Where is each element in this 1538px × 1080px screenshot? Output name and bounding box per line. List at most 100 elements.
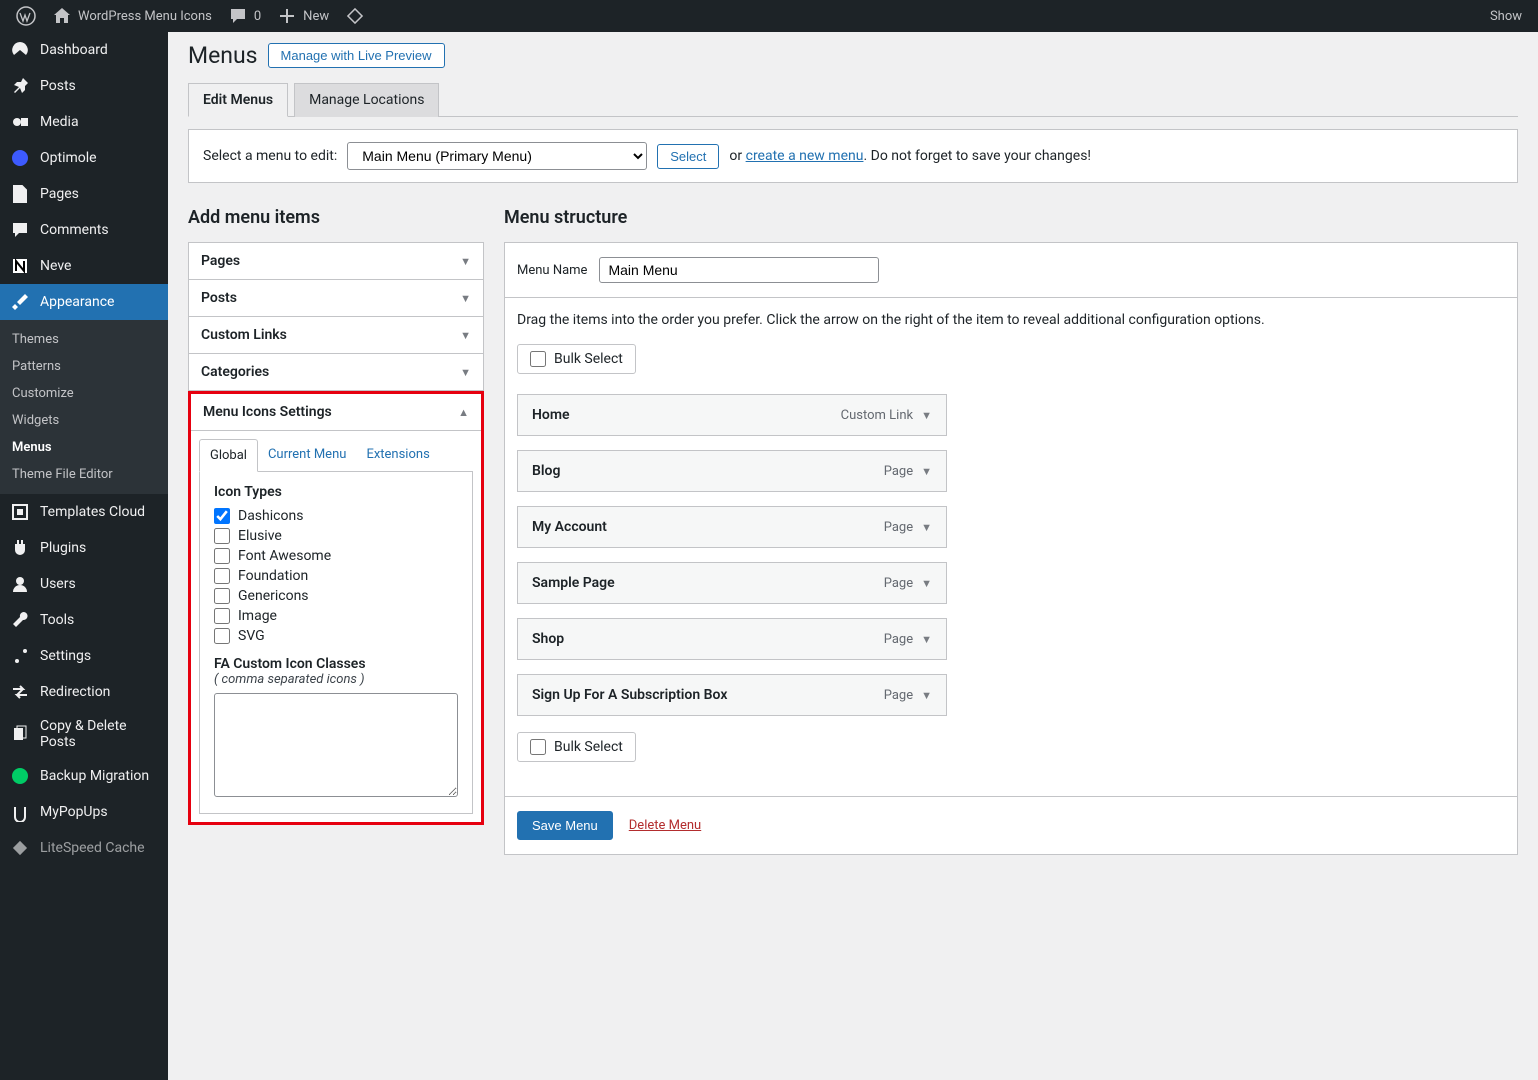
inner-tab-current-menu[interactable]: Current Menu xyxy=(258,439,356,471)
sidebar-label: Copy & Delete Posts xyxy=(40,718,158,750)
bulk-select-bottom[interactable]: Bulk Select xyxy=(517,732,636,762)
comments-link[interactable]: 0 xyxy=(220,0,269,32)
main-content: Menus Manage with Live Preview Edit Menu… xyxy=(168,32,1538,1080)
icon-type-image[interactable]: Image xyxy=(214,608,458,624)
new-link[interactable]: New xyxy=(269,0,337,32)
postbox-posts[interactable]: Posts▼ xyxy=(188,280,484,317)
optimole-icon xyxy=(10,148,30,168)
checkbox-elusive[interactable] xyxy=(214,528,230,544)
postbox-categories[interactable]: Categories▼ xyxy=(188,354,484,391)
manage-live-preview-button[interactable]: Manage with Live Preview xyxy=(268,43,445,68)
icon-type-genericons[interactable]: Genericons xyxy=(214,588,458,604)
tab-manage-locations[interactable]: Manage Locations xyxy=(294,83,439,117)
sidebar-item-copy-delete-posts[interactable]: Copy & Delete Posts xyxy=(0,710,168,758)
menu-name-label: Menu Name xyxy=(517,263,587,278)
menu-item[interactable]: BlogPage▼ xyxy=(517,450,947,492)
submenu-theme-file-editor[interactable]: Theme File Editor xyxy=(0,461,168,488)
bulk-select-checkbox[interactable] xyxy=(530,739,546,755)
media-icon xyxy=(10,112,30,132)
diamond-icon xyxy=(345,6,365,26)
save-menu-button[interactable]: Save Menu xyxy=(517,811,613,840)
menu-item[interactable]: Sign Up For A Subscription BoxPage▼ xyxy=(517,674,947,716)
comments-count: 0 xyxy=(254,9,261,24)
menu-item-type: Custom Link xyxy=(841,408,913,423)
menu-item-type: Page xyxy=(884,520,913,535)
submenu-customize[interactable]: Customize xyxy=(0,380,168,407)
checkbox-image[interactable] xyxy=(214,608,230,624)
diamond-icon-link[interactable] xyxy=(337,0,373,32)
menu-item[interactable]: Sample PagePage▼ xyxy=(517,562,947,604)
inner-tab-extensions[interactable]: Extensions xyxy=(356,439,439,471)
sidebar-item-redirection[interactable]: Redirection xyxy=(0,674,168,710)
sidebar-item-tools[interactable]: Tools xyxy=(0,602,168,638)
sidebar-item-litespeed[interactable]: LiteSpeed Cache xyxy=(0,830,168,866)
sidebar-label: Neve xyxy=(40,258,71,274)
sidebar-item-mypopups[interactable]: MyPopUps xyxy=(0,794,168,830)
checkbox-foundation[interactable] xyxy=(214,568,230,584)
redirect-icon xyxy=(10,682,30,702)
checkbox-font-awesome[interactable] xyxy=(214,548,230,564)
select-tail: or create a new menu. Do not forget to s… xyxy=(729,148,1091,164)
menu-name-input[interactable] xyxy=(599,257,879,283)
submenu-widgets[interactable]: Widgets xyxy=(0,407,168,434)
sidebar-item-appearance[interactable]: Appearance xyxy=(0,284,168,320)
menu-item-type: Page xyxy=(884,576,913,591)
show-link[interactable]: Show xyxy=(1482,0,1530,32)
menu-select[interactable]: Main Menu (Primary Menu) xyxy=(347,142,647,170)
menu-item[interactable]: HomeCustom Link▼ xyxy=(517,394,947,436)
menu-item[interactable]: ShopPage▼ xyxy=(517,618,947,660)
create-new-menu-link[interactable]: create a new menu xyxy=(746,148,864,164)
sidebar-item-posts[interactable]: Posts xyxy=(0,68,168,104)
icon-type-elusive[interactable]: Elusive xyxy=(214,528,458,544)
sidebar-item-optimole[interactable]: Optimole xyxy=(0,140,168,176)
icon-type-svg[interactable]: SVG xyxy=(214,628,458,644)
checkbox-svg[interactable] xyxy=(214,628,230,644)
sidebar-item-settings[interactable]: Settings xyxy=(0,638,168,674)
cloud-icon xyxy=(10,502,30,522)
icon-type-foundation[interactable]: Foundation xyxy=(214,568,458,584)
bulk-select-checkbox[interactable] xyxy=(530,351,546,367)
bulk-select-top[interactable]: Bulk Select xyxy=(517,344,636,374)
submenu-menus[interactable]: Menus xyxy=(0,434,168,461)
settings-icon xyxy=(10,646,30,666)
sidebar-item-comments[interactable]: Comments xyxy=(0,212,168,248)
menu-icons-settings-header[interactable]: Menu Icons Settings▲ xyxy=(191,394,481,431)
submenu-patterns[interactable]: Patterns xyxy=(0,353,168,380)
postbox-custom-links[interactable]: Custom Links▼ xyxy=(188,317,484,354)
tab-edit-menus[interactable]: Edit Menus xyxy=(188,83,288,117)
icon-types-label: Icon Types xyxy=(214,484,458,500)
checkbox-dashicons[interactable] xyxy=(214,508,230,524)
menu-item-title: My Account xyxy=(532,519,607,535)
sidebar-item-backup-migration[interactable]: Backup Migration xyxy=(0,758,168,794)
appearance-submenu: Themes Patterns Customize Widgets Menus … xyxy=(0,320,168,494)
postbox-menu-icons-settings: Menu Icons Settings▲ Global Current Menu… xyxy=(188,391,484,825)
wrench-icon xyxy=(10,610,30,630)
postbox-title: Categories xyxy=(201,364,269,380)
sidebar-label: MyPopUps xyxy=(40,804,108,820)
fa-custom-classes-textarea[interactable] xyxy=(214,693,458,797)
sidebar-item-dashboard[interactable]: Dashboard xyxy=(0,32,168,68)
sidebar-item-media[interactable]: Media xyxy=(0,104,168,140)
icon-type-font-awesome[interactable]: Font Awesome xyxy=(214,548,458,564)
sidebar-item-templates-cloud[interactable]: Templates Cloud xyxy=(0,494,168,530)
site-home[interactable]: WordPress Menu Icons xyxy=(44,0,220,32)
sidebar-item-plugins[interactable]: Plugins xyxy=(0,530,168,566)
menu-item[interactable]: My AccountPage▼ xyxy=(517,506,947,548)
sidebar-item-neve[interactable]: Neve xyxy=(0,248,168,284)
litespeed-icon xyxy=(10,838,30,858)
sidebar-item-users[interactable]: Users xyxy=(0,566,168,602)
sidebar-item-pages[interactable]: Pages xyxy=(0,176,168,212)
icon-type-dashicons[interactable]: Dashicons xyxy=(214,508,458,524)
checkbox-genericons[interactable] xyxy=(214,588,230,604)
delete-menu-link[interactable]: Delete Menu xyxy=(629,818,701,833)
sidebar-label: Users xyxy=(40,576,76,592)
menu-item-title: Sign Up For A Subscription Box xyxy=(532,687,727,703)
menu-item-title: Blog xyxy=(532,463,560,479)
select-button[interactable]: Select xyxy=(657,144,719,169)
inner-tab-global[interactable]: Global xyxy=(199,439,258,472)
wp-logo[interactable] xyxy=(8,0,44,32)
submenu-themes[interactable]: Themes xyxy=(0,326,168,353)
adminbar: WordPress Menu Icons 0 New Show xyxy=(0,0,1538,32)
postbox-pages[interactable]: Pages▼ xyxy=(188,242,484,280)
chevron-up-icon: ▲ xyxy=(458,406,469,419)
